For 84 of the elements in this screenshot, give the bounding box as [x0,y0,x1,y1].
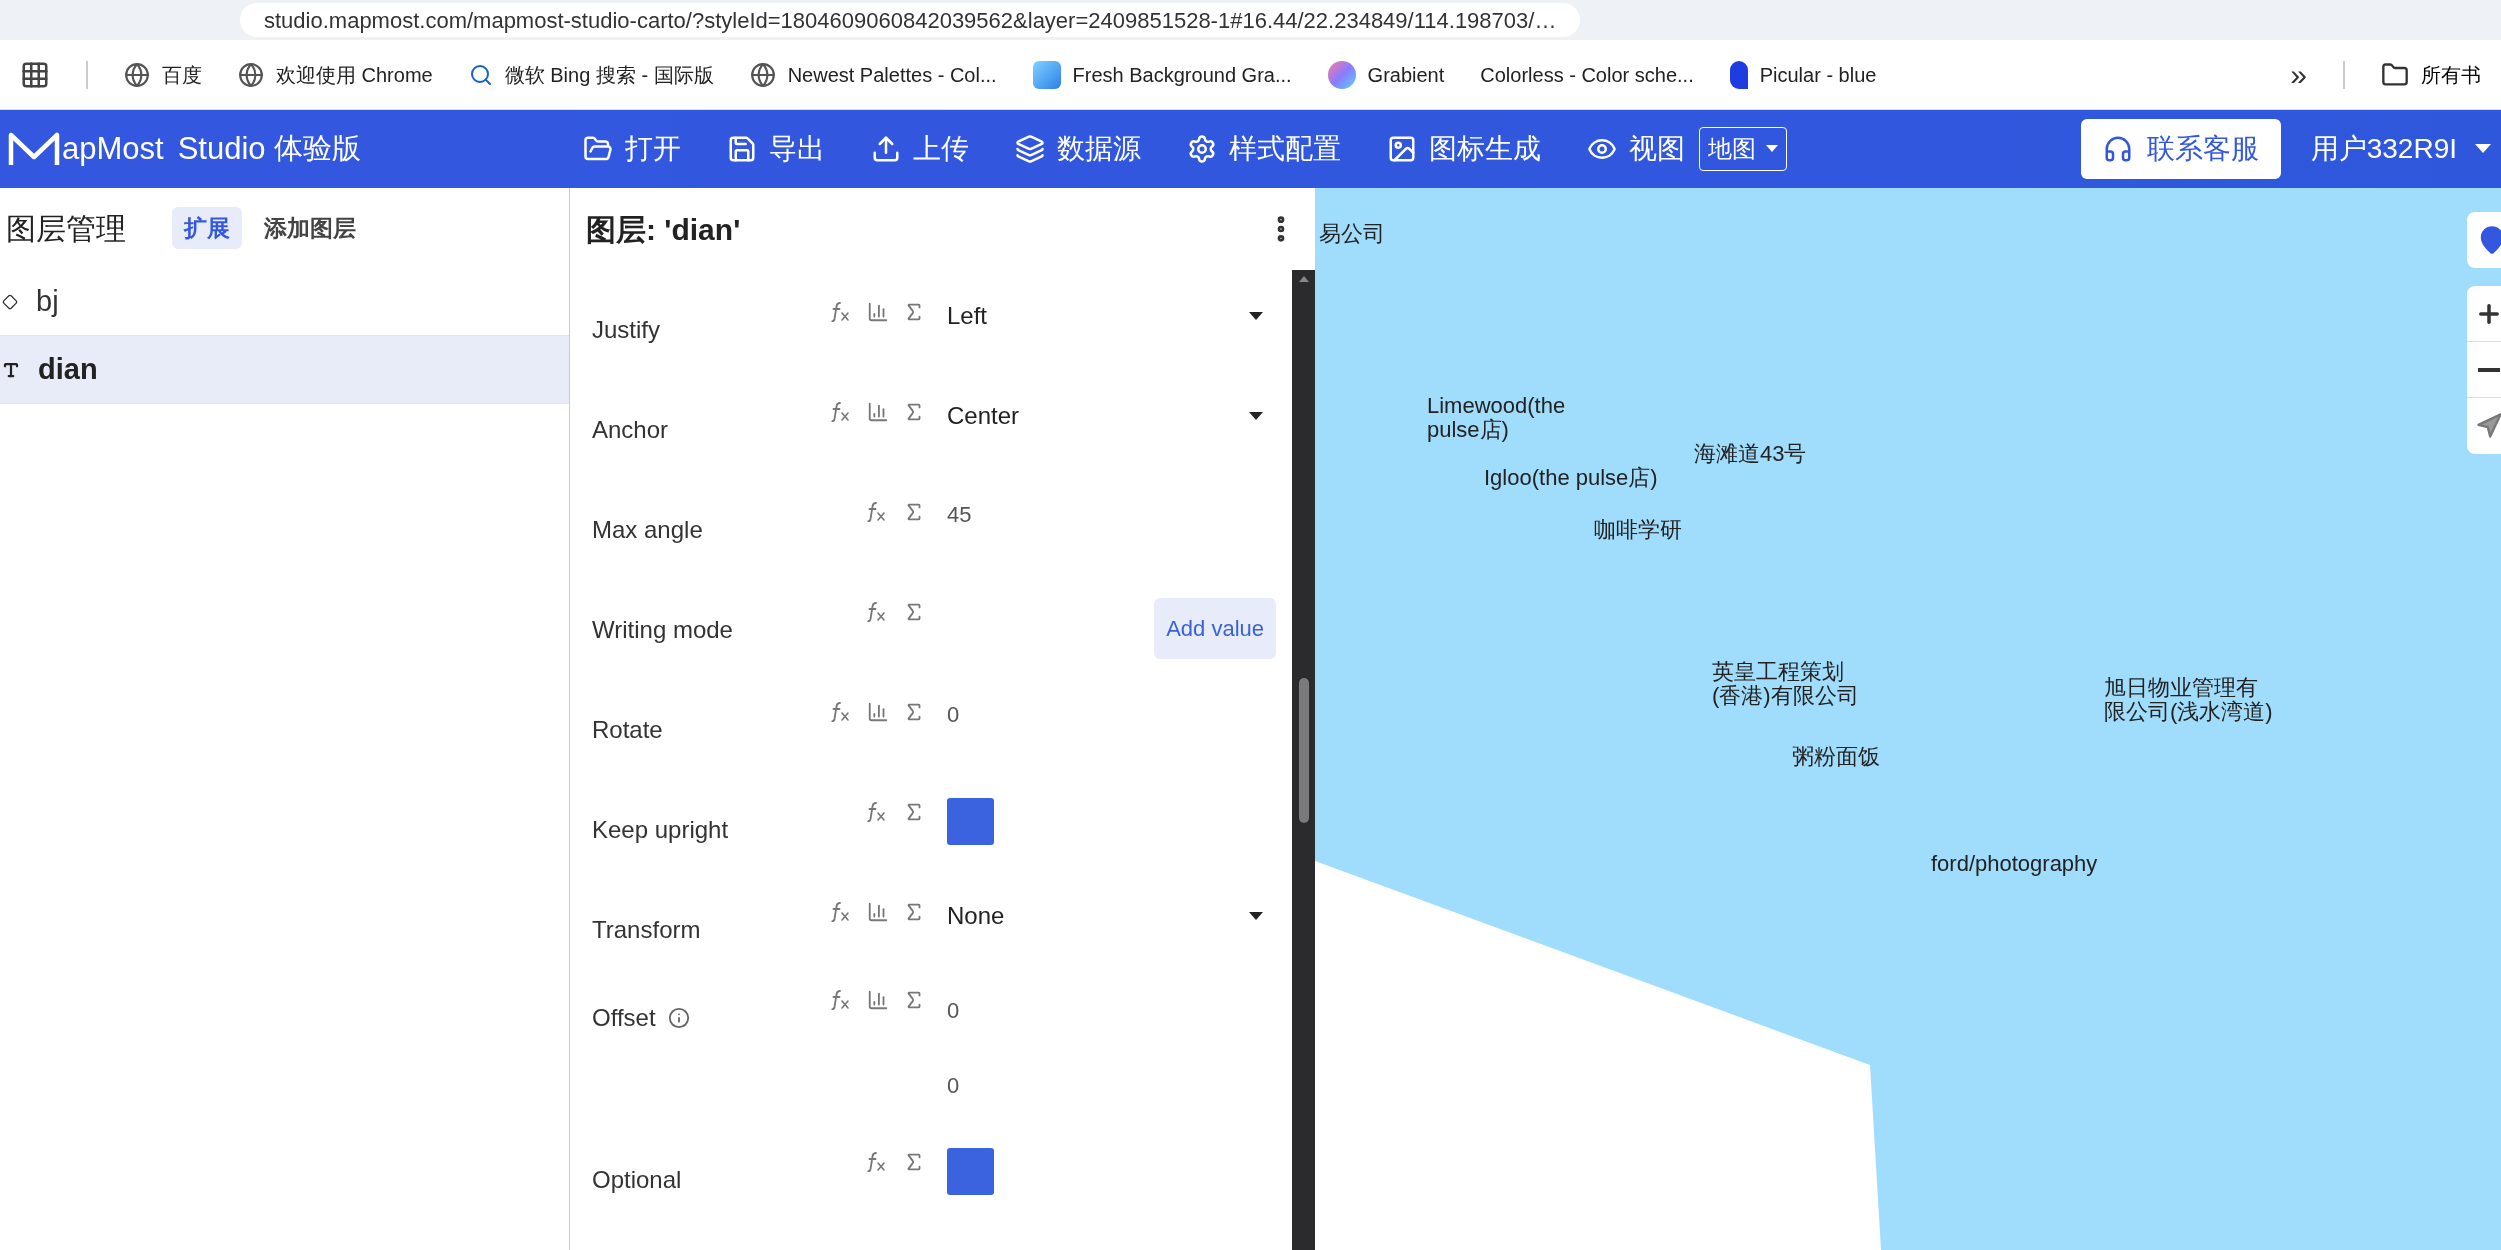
property-label: Keep upright [592,815,729,845]
chart-icon[interactable] [867,901,889,923]
scroll-up-arrow-icon[interactable] [1298,276,1309,282]
bookmark-folder[interactable]: 所有书 [2381,59,2481,90]
scrollbar-thumb[interactable] [1298,678,1309,823]
support-button[interactable]: 联系客服 [2080,119,2281,179]
map-label: Igloo(the pulse店) [1484,466,1658,490]
caret-down-icon [1765,145,1778,153]
nav-button[interactable]: 视图 [1586,128,1685,170]
minus-icon [2478,367,2500,372]
chart-icon[interactable] [867,401,889,423]
tab[interactable]: 添加图层 [252,206,368,250]
bookmark[interactable]: 微软 Bing 搜索 - 国际版 [468,59,714,90]
map-label: 粥粉面饭 [1792,745,1880,769]
diamond-icon [2,293,18,310]
chart-icon[interactable] [867,301,889,323]
checkbox[interactable] [947,798,994,845]
more-bookmarks[interactable]: » [2290,52,2307,97]
folder-icon [2381,60,2409,89]
map-label: Limewood(the pulse店) [1427,394,1566,442]
nav-button[interactable]: 样式配置 [1186,128,1341,170]
caret-down-icon [1248,911,1264,921]
bookmark[interactable]: 百度 [124,59,202,90]
property-label: Offset [592,1003,656,1033]
nav-button[interactable]: 打开 [582,128,681,170]
drop-icon [1729,60,1748,89]
layer-item[interactable]: dian [0,336,569,404]
chart-icon[interactable] [867,701,889,723]
bookmark[interactable]: Newest Palettes - Col... [749,59,997,90]
checkbox[interactable] [947,1148,994,1195]
map-label: ford/photography [1931,852,2098,876]
bookmark[interactable]: Grabient [1327,59,1445,90]
app-brand: apMost [62,129,164,168]
gradient-square-icon [1032,60,1061,89]
bookmark[interactable]: 欢迎使用 Chrome [238,59,433,90]
number-field[interactable]: 0 [947,1069,1292,1102]
chart-icon[interactable] [867,989,889,1011]
property-label: Transform [592,915,701,945]
globe-icon [749,61,776,88]
property-label: Optional [592,1165,682,1195]
select-field[interactable]: Left [947,298,1292,334]
view-select[interactable]: 地图 [1698,127,1787,171]
select-field[interactable]: None [947,898,1292,934]
add-value-button[interactable]: Add value [1154,598,1276,659]
bookmark[interactable]: Picular - blue [1729,59,1877,90]
map-label: 易公司 [1319,222,1385,246]
caret-down-icon [2475,144,2491,154]
select-field[interactable]: Center [947,398,1292,434]
nav-button[interactable]: 导出 [726,128,825,170]
tab[interactable]: 扩展 [172,206,242,250]
property-label: Justify [592,315,660,345]
number-field[interactable]: 45 [947,498,1292,531]
app-product: Studio [177,129,266,168]
search-icon [468,62,493,87]
property-label: Rotate [592,715,663,745]
nav-button[interactable]: 图标生成 [1386,128,1541,170]
property-label: Anchor [592,415,669,445]
edition-label: 体验版 [273,131,361,167]
scrollbar[interactable] [1292,270,1315,1250]
nav-button[interactable]: 数据源 [1014,128,1141,170]
number-field[interactable]: 0 [947,698,1292,731]
caret-down-icon [1248,311,1264,321]
number-field[interactable]: 0 [947,994,1292,1027]
map-label: 英皇工程策划 (香港)有限公司 [1712,660,1859,708]
text-layer-icon [2,360,20,379]
compass-icon [2475,412,2501,440]
panel-title: 图层: 'dian' [586,211,741,248]
bookmark[interactable]: Fresh Background Gra... [1032,59,1292,90]
caret-down-icon [1248,411,1264,421]
url-field[interactable]: studio.mapmost.com/mapmost-studio-carto/?styleId=1804609060842039562&layer=2409851528-1#16.44/22.234849/114.198703/… [240,3,1581,37]
info-icon[interactable] [667,1007,690,1029]
layers-icon [1014,134,1045,164]
user-menu[interactable]: 用户332R9I [2310,128,2491,170]
nav-button[interactable]: 上传 [870,128,969,170]
map-label: 旭日物业管理有 限公司(浅水湾道) [2104,676,2273,724]
property-label: Max angle [592,515,703,545]
bookmark[interactable]: Colorless - Color sche... [1480,59,1694,90]
property-label: Writing mode [592,615,733,645]
globe-icon [238,61,264,88]
map-label: 海滩道43号 [1694,442,1807,466]
map-label: 咖啡学研 [1594,518,1682,542]
panel-title: 图层管理 [6,210,126,247]
settings-icon [1186,134,1217,164]
globe-icon [124,61,150,88]
